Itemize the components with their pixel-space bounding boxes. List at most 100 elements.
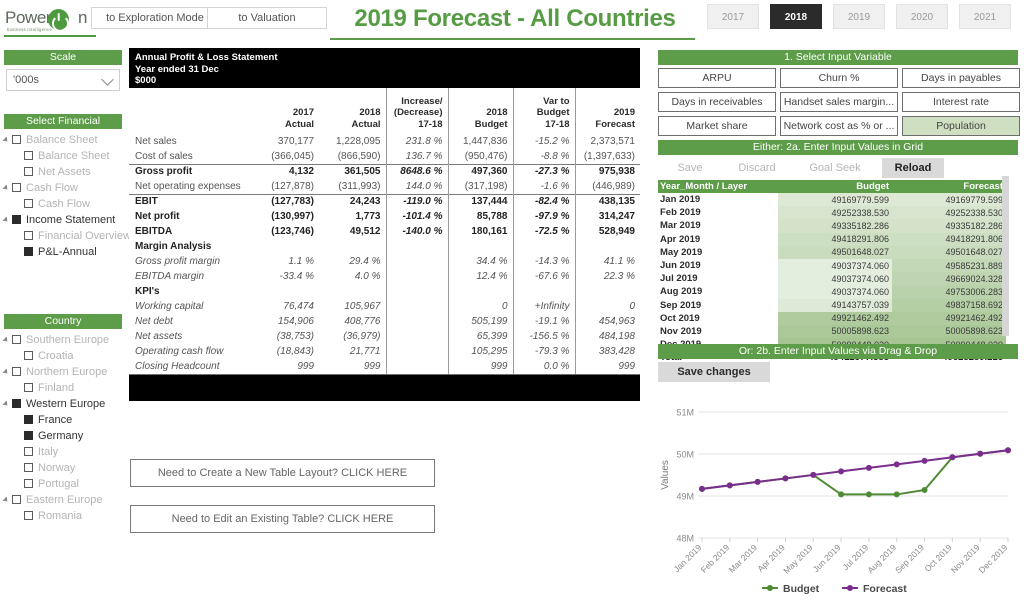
year-chip-2021[interactable]: 2021 [959, 4, 1011, 29]
save-changes-button[interactable]: Save changes [658, 362, 770, 382]
grid-cell-forecast[interactable]: 49669024.328 [892, 272, 1006, 286]
toolbar-discard-button[interactable]: Discard [726, 158, 788, 178]
financial-statement-item-cash-flow[interactable]: Cash Flow [4, 196, 126, 212]
checkbox-icon[interactable] [24, 247, 33, 256]
year-chip-2019[interactable]: 2019 [833, 4, 885, 29]
year-chip-2020[interactable]: 2020 [896, 4, 948, 29]
checkbox-icon[interactable] [24, 351, 33, 360]
grid-cell-budget[interactable]: 49037374.060 [778, 258, 892, 273]
financial-statement-item-cash-flow[interactable]: Cash Flow [2, 180, 126, 196]
country-item-france[interactable]: France [4, 412, 126, 428]
country-item-germany[interactable]: Germany [4, 428, 126, 444]
grid-row[interactable]: Jan 2019 49169779.599 49169779.599 [658, 193, 1006, 207]
chart-legend-label[interactable]: Budget [783, 583, 820, 595]
financial-statement-tree[interactable]: Balance Sheet Balance Sheet Net Assets Cash… [2, 132, 131, 260]
grid-cell-forecast[interactable]: 49501648.027 [892, 245, 1006, 259]
grid-row[interactable]: May 2019 49501648.027 49501648.027 [658, 245, 1006, 259]
input-variable-market-share[interactable]: Market share [658, 116, 776, 136]
country-item-southern-europe[interactable]: Southern Europe [2, 332, 126, 348]
financial-statement-item-income-statement[interactable]: Income Statement [2, 212, 126, 228]
financial-statement-item-financial-overview[interactable]: Financial Overview [4, 228, 131, 244]
create-new-table-button[interactable]: Need to Create a New Table Layout? CLICK… [130, 459, 435, 487]
checkbox-icon[interactable] [24, 447, 33, 456]
input-variable-handset-sales-margin[interactable]: Handset sales margin... [780, 92, 898, 112]
chart-legend-label[interactable]: Forecast [863, 583, 907, 595]
checkbox-icon[interactable] [12, 183, 21, 192]
input-variable-population[interactable]: Population [902, 116, 1020, 136]
financial-statement-item-balance-sheet[interactable]: Balance Sheet [4, 148, 126, 164]
input-variable-days-in-receivables[interactable]: Days in receivables [658, 92, 776, 112]
input-variable-arpu[interactable]: ARPU [658, 68, 776, 88]
grid-row[interactable]: Apr 2019 49418291.806 49418291.806 [658, 232, 1006, 246]
input-values-grid[interactable]: Year_Month / Layer Budget Forecast Jan 201… [658, 180, 1006, 365]
grid-row[interactable]: Mar 2019 49335182.286 49335182.286 [658, 219, 1006, 233]
grid-cell-budget[interactable]: 49335182.286 [778, 219, 892, 233]
grid-cell-forecast[interactable]: 49921462.492 [892, 311, 1006, 325]
year-chip-2018[interactable]: 2018 [770, 4, 822, 29]
expander-triangle-icon[interactable] [2, 368, 10, 376]
country-item-portugal[interactable]: Portugal [4, 476, 126, 492]
expander-triangle-icon[interactable] [2, 496, 10, 504]
checkbox-icon[interactable] [24, 167, 33, 176]
country-item-finland[interactable]: Finland [4, 380, 126, 396]
grid-cell-budget[interactable]: 49037374.060 [778, 272, 892, 286]
checkbox-icon[interactable] [12, 215, 21, 224]
grid-cell-budget[interactable]: 49501648.027 [778, 245, 892, 259]
toolbar-reload-button[interactable]: Reload [882, 158, 944, 178]
grid-cell-forecast[interactable]: 49753006.283 [892, 285, 1006, 299]
grid-cell-forecast[interactable]: 49585231.889 [892, 258, 1006, 273]
checkbox-icon[interactable] [24, 479, 33, 488]
grid-row[interactable]: Sep 2019 49143757.039 49837158.692 [658, 298, 1006, 312]
year-slicer[interactable]: 2017 2018 2019 2020 2021 [707, 4, 1019, 30]
country-item-northern-europe[interactable]: Northern Europe [2, 364, 126, 380]
input-variable-churn[interactable]: Churn % [780, 68, 898, 88]
country-tree[interactable]: Southern Europe Croatia Northern Europe Fin… [2, 332, 126, 524]
grid-row[interactable]: Aug 2019 49037374.060 49753006.283 [658, 285, 1006, 299]
grid-row[interactable]: Jun 2019 49037374.060 49585231.889 [658, 258, 1006, 273]
toolbar-save-button[interactable]: Save [664, 158, 716, 178]
to-valuation-button[interactable]: to Valuation [207, 7, 327, 29]
edit-existing-table-button[interactable]: Need to Edit an Existing Table? CLICK HE… [130, 505, 435, 533]
grid-row[interactable]: Feb 2019 49252338.530 49252338.530 [658, 206, 1006, 220]
financial-statement-item-balance-sheet[interactable]: Balance Sheet [2, 132, 126, 148]
checkbox-icon[interactable] [12, 367, 21, 376]
grid-cell-budget[interactable]: 49169779.599 [778, 193, 892, 207]
grid-row[interactable]: Oct 2019 49921462.492 49921462.492 [658, 311, 1006, 325]
checkbox-icon[interactable] [24, 463, 33, 472]
checkbox-icon[interactable] [12, 495, 21, 504]
checkbox-icon[interactable] [24, 431, 33, 440]
country-item-italy[interactable]: Italy [4, 444, 126, 460]
checkbox-icon[interactable] [24, 383, 33, 392]
grid-cell-forecast[interactable]: 49169779.599 [892, 193, 1006, 207]
grid-cell-budget[interactable]: 49921462.492 [778, 311, 892, 325]
expander-triangle-icon[interactable] [2, 216, 10, 224]
grid-cell-budget[interactable]: 50005898.623 [778, 324, 892, 339]
checkbox-icon[interactable] [24, 199, 33, 208]
financial-statement-item-net-assets[interactable]: Net Assets [4, 164, 126, 180]
grid-cell-budget[interactable]: 49037374.060 [778, 285, 892, 299]
toolbar-goal-seek-button[interactable]: Goal Seek [800, 158, 870, 178]
grid-row[interactable]: Jul 2019 49037374.060 49669024.328 [658, 272, 1006, 286]
grid-vertical-scrollbar[interactable] [1002, 176, 1009, 336]
year-chip-2017[interactable]: 2017 [707, 4, 759, 29]
country-item-western-europe[interactable]: Western Europe [2, 396, 126, 412]
grid-cell-budget[interactable]: 49252338.530 [778, 206, 892, 220]
expander-triangle-icon[interactable] [2, 400, 10, 408]
financial-statement-item-p-l-annual[interactable]: P&L-Annual [4, 244, 126, 260]
checkbox-icon[interactable] [12, 135, 21, 144]
country-item-romania[interactable]: Romania [4, 508, 126, 524]
checkbox-icon[interactable] [12, 335, 21, 344]
grid-cell-forecast[interactable]: 49252338.530 [892, 206, 1006, 220]
grid-cell-budget[interactable]: 49418291.806 [778, 232, 892, 246]
country-item-eastern-europe[interactable]: Eastern Europe [2, 492, 126, 508]
input-variable-network-cost-as-or[interactable]: Network cost as % or ... [780, 116, 898, 136]
expander-triangle-icon[interactable] [2, 336, 10, 344]
checkbox-icon[interactable] [24, 511, 33, 520]
country-item-croatia[interactable]: Croatia [4, 348, 126, 364]
expander-triangle-icon[interactable] [2, 136, 10, 144]
scale-select[interactable]: '000s [6, 69, 120, 91]
grid-cell-budget[interactable]: 49143757.039 [778, 298, 892, 312]
input-variable-interest-rate[interactable]: Interest rate [902, 92, 1020, 112]
country-item-norway[interactable]: Norway [4, 460, 126, 476]
expander-triangle-icon[interactable] [2, 184, 10, 192]
